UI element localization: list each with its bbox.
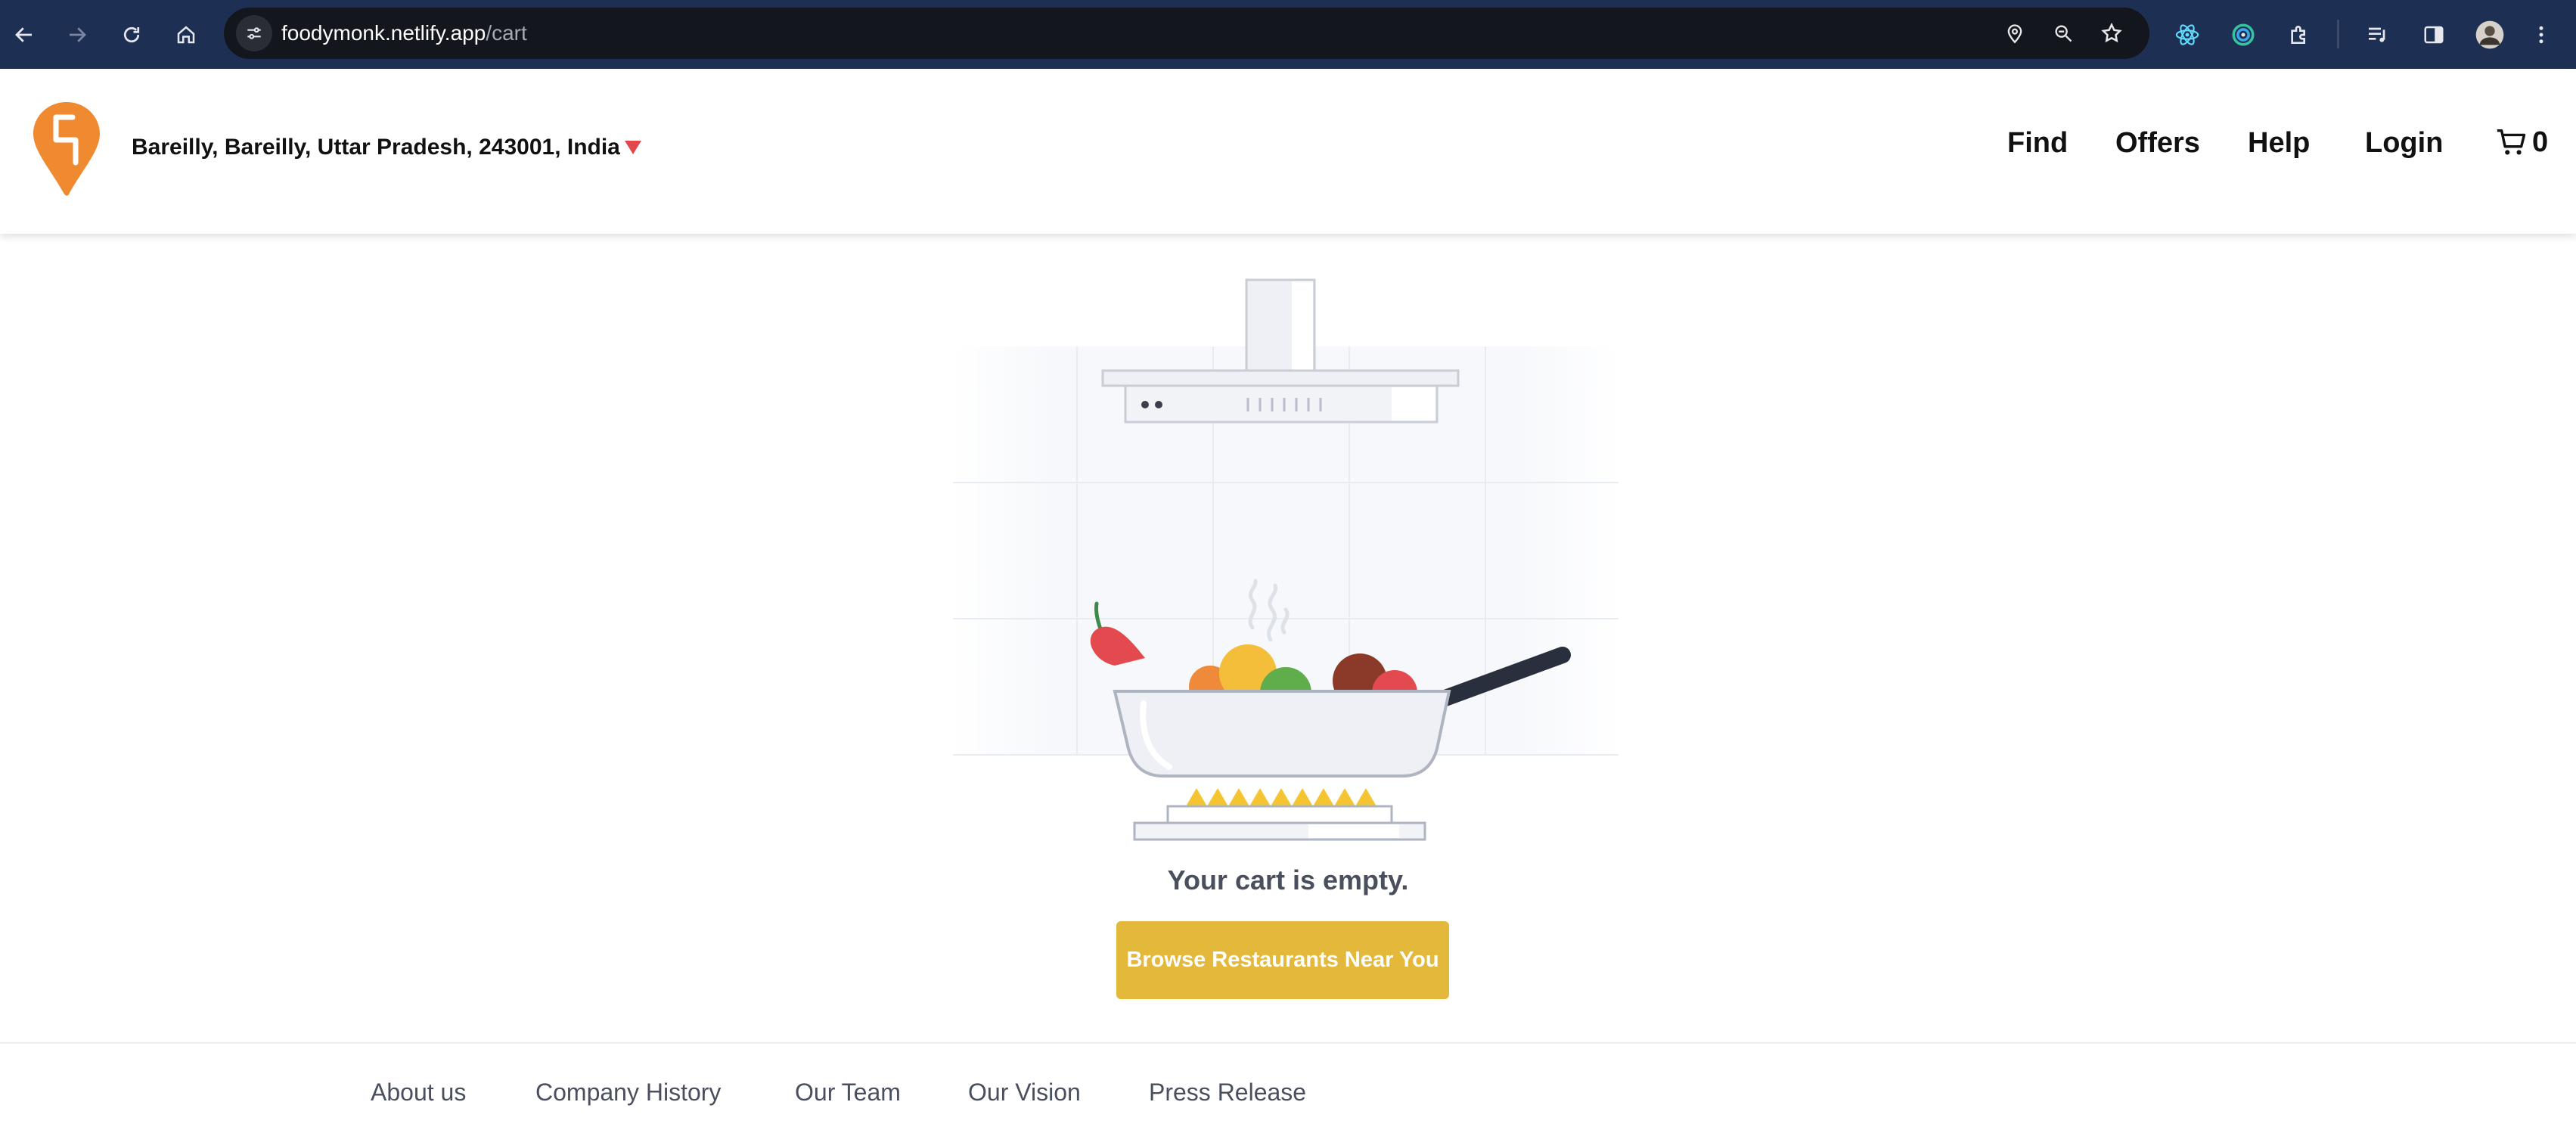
extension-icon[interactable] <box>2225 17 2261 53</box>
empty-cart-illustration <box>953 272 1619 847</box>
browse-restaurants-button[interactable]: Browse Restaurants Near You <box>1116 921 1449 999</box>
url-path: /cart <box>486 21 527 45</box>
nav-help[interactable]: Help <box>2248 126 2310 160</box>
footer-link-our-vision[interactable]: Our Vision <box>968 1079 1081 1107</box>
react-devtools-icon[interactable] <box>2169 17 2205 53</box>
cart-button[interactable]: 0 <box>2494 125 2548 160</box>
site-settings-icon[interactable] <box>236 15 272 51</box>
nav-find[interactable]: Find <box>2007 126 2068 160</box>
footer-link-company-history[interactable]: Company History <box>535 1079 721 1107</box>
footer-link-press-release[interactable]: Press Release <box>1149 1079 1306 1107</box>
location-icon[interactable] <box>2000 18 2030 48</box>
media-controls-icon[interactable] <box>2360 17 2396 53</box>
nav-login[interactable]: Login <box>2365 126 2443 160</box>
forward-icon[interactable] <box>59 17 95 53</box>
browser-toolbar: foodymonk.netlify.app/cart <box>0 0 2576 69</box>
url-host: foodymonk.netlify.app <box>281 21 486 45</box>
location-selector[interactable]: Bareilly, Bareilly, Uttar Pradesh, 24300… <box>132 135 641 160</box>
footer-link-about[interactable]: About us <box>371 1079 466 1107</box>
footer-link-our-team[interactable]: Our Team <box>795 1079 901 1107</box>
empty-cart-message: Your cart is empty. <box>1167 864 1409 896</box>
site-footer: About us Company History Our Team Our Vi… <box>0 1042 2576 1133</box>
caret-down-icon <box>624 141 641 154</box>
home-icon[interactable] <box>168 17 204 53</box>
more-menu-icon[interactable] <box>2523 17 2559 53</box>
cart-count: 0 <box>2532 126 2549 158</box>
zoom-icon[interactable] <box>2048 18 2078 48</box>
cart-icon <box>2497 129 2526 155</box>
brand-logo[interactable] <box>30 99 103 197</box>
profile-avatar[interactable] <box>2472 17 2508 53</box>
bookmark-star-icon[interactable] <box>2096 18 2127 48</box>
reload-icon[interactable] <box>113 17 150 53</box>
back-icon[interactable] <box>6 17 42 53</box>
puzzle-extensions-icon[interactable] <box>2281 17 2317 53</box>
side-panel-icon[interactable] <box>2416 17 2452 53</box>
site-header: Bareilly, Bareilly, Uttar Pradesh, 24300… <box>0 69 2576 234</box>
address-bar[interactable]: foodymonk.netlify.app/cart <box>224 8 2149 59</box>
nav-offers[interactable]: Offers <box>2115 126 2200 160</box>
url-text: foodymonk.netlify.app/cart <box>281 8 527 59</box>
toolbar-divider <box>2337 20 2339 48</box>
location-text: Bareilly, Bareilly, Uttar Pradesh, 24300… <box>132 135 620 160</box>
